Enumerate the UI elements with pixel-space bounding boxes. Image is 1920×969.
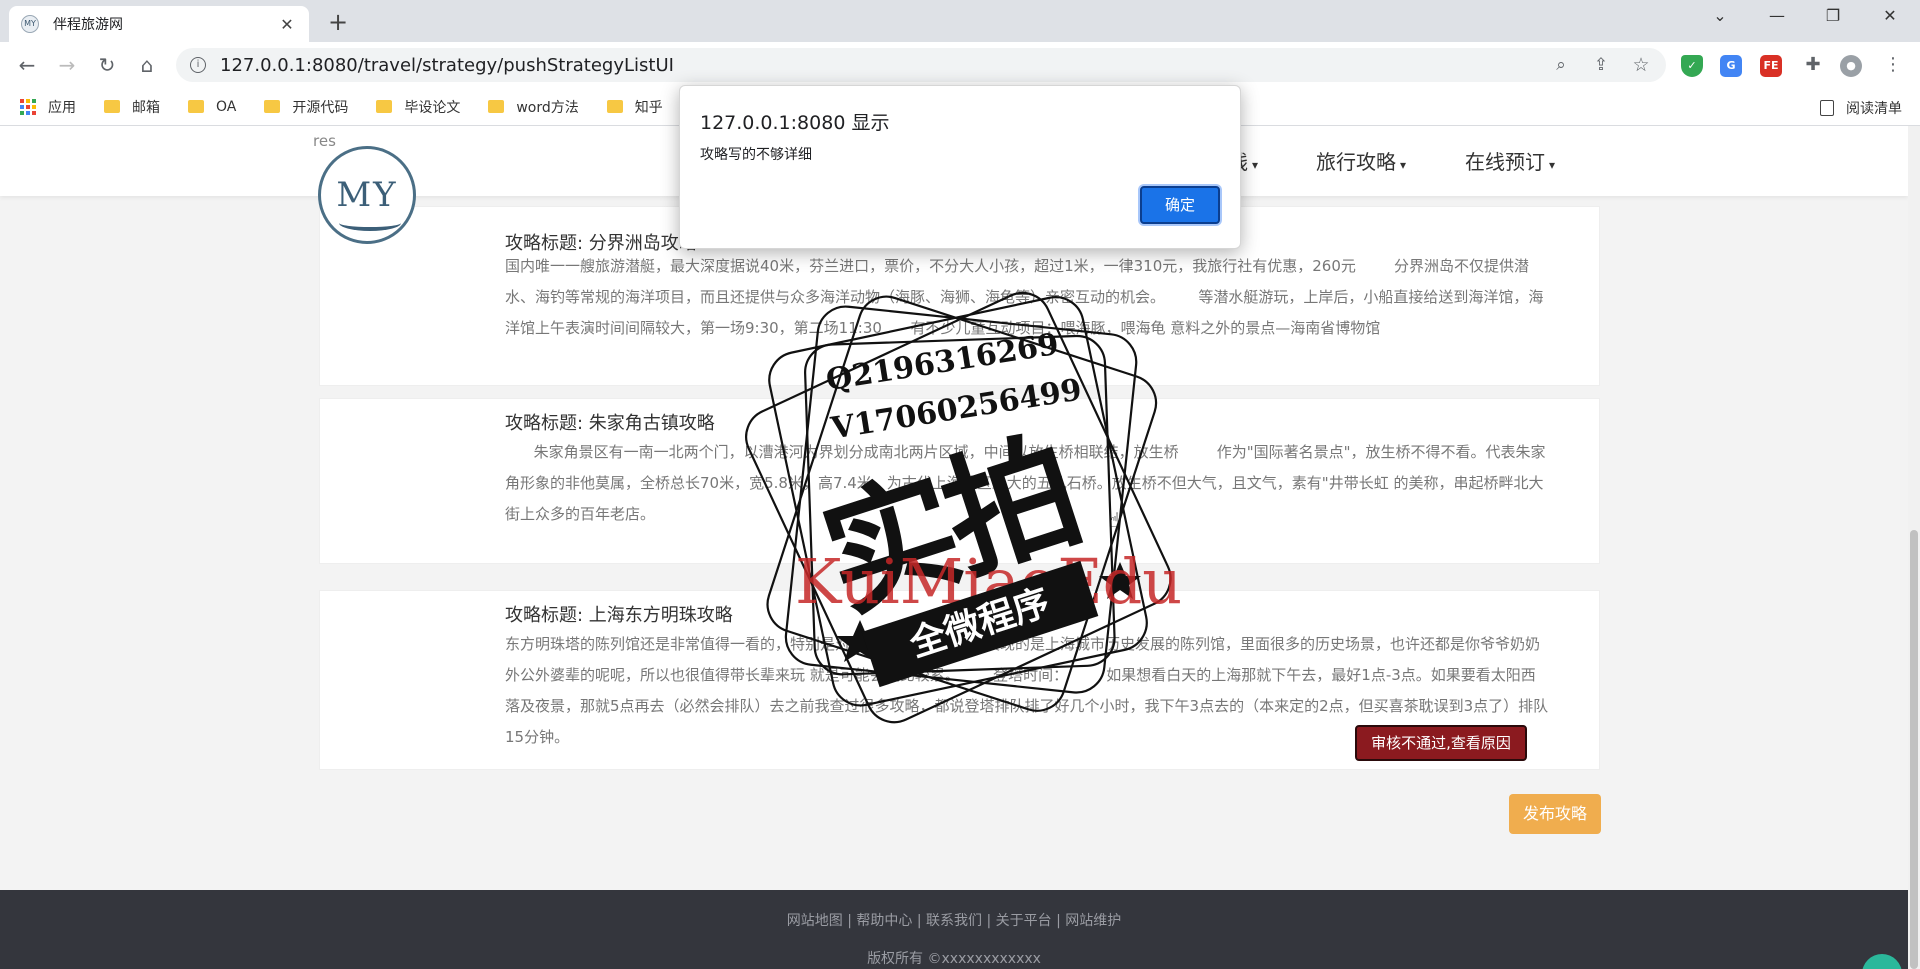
profile-avatar-icon[interactable]: ● xyxy=(1840,55,1862,77)
folder-icon xyxy=(606,100,623,113)
browser-tab[interactable]: MY 伴程旅游网 ✕ xyxy=(9,6,309,42)
site-favicon-icon: MY xyxy=(21,15,39,33)
bookmark-label: 应用 xyxy=(48,99,76,116)
bookmark-folder[interactable]: 邮箱 xyxy=(104,97,160,117)
folder-icon xyxy=(488,100,505,113)
logo-text: MY xyxy=(336,175,398,215)
bookmark-folder[interactable]: 知乎 xyxy=(606,97,663,117)
bookmark-folder[interactable]: word方法 xyxy=(488,97,579,117)
shield-extension-icon[interactable]: ✓ xyxy=(1681,55,1703,77)
scrollbar-thumb[interactable] xyxy=(1910,530,1918,969)
reload-icon[interactable]: ↻ xyxy=(92,50,122,80)
folder-icon xyxy=(264,100,281,113)
footer-copyright: 版权所有 ©xxxxxxxxxxxx xyxy=(867,951,1041,967)
back-icon[interactable]: ← xyxy=(12,50,42,80)
bookmark-label: 毕设论文 xyxy=(404,99,461,116)
strategy-card: 攻略标题: 朱家角古镇攻略 朱家角景区有一南一北两个门，以漕港河为界划分成南北两… xyxy=(319,398,1600,564)
nav-label: 旅行攻略 xyxy=(1316,150,1396,174)
home-icon[interactable]: ⌂ xyxy=(132,50,162,80)
forward-icon[interactable]: → xyxy=(52,50,82,80)
bookmark-folder[interactable]: 毕设论文 xyxy=(376,97,460,117)
chevron-down-icon: ▾ xyxy=(1252,158,1259,172)
reading-list-label: 阅读清单 xyxy=(1846,101,1902,117)
tab-search-chevron-icon[interactable]: ⌄ xyxy=(1700,6,1740,25)
reading-list-icon xyxy=(1820,100,1834,116)
close-tab-icon[interactable]: ✕ xyxy=(277,15,297,34)
folder-icon xyxy=(104,100,120,113)
publish-strategy-button[interactable]: 发布攻略 xyxy=(1509,794,1601,834)
strategy-title[interactable]: 攻略标题: 上海东方明珠攻略 xyxy=(505,601,733,627)
bookmark-label: 开源代码 xyxy=(292,99,349,116)
hand-cursor-icon: ☝ xyxy=(1108,508,1121,532)
share-icon[interactable]: ⇪ xyxy=(1586,50,1616,80)
reading-list[interactable]: 阅读清单 xyxy=(1820,98,1902,118)
site-footer: 网站地图 | 帮助中心 | 联系我们 | 关于平台 | 网站维护 版权所有 ©x… xyxy=(0,890,1908,969)
site-logo[interactable]: MY xyxy=(318,146,416,244)
minimize-icon[interactable]: — xyxy=(1757,6,1797,25)
folder-icon xyxy=(188,100,204,113)
nav-label: 在线预订 xyxy=(1465,150,1545,174)
window-close-icon[interactable]: ✕ xyxy=(1870,6,1910,25)
folder-icon xyxy=(376,100,393,113)
bookmark-label: 知乎 xyxy=(634,99,663,116)
chevron-down-icon: ▾ xyxy=(1400,158,1407,172)
strategy-title[interactable]: 攻略标题: 朱家角古镇攻略 xyxy=(505,409,715,435)
address-bar[interactable]: i 127.0.0.1:8080/travel/strategy/pushStr… xyxy=(176,48,1666,82)
tab-title: 伴程旅游网 xyxy=(53,17,123,33)
page-viewport: res 线▾ 旅行攻略▾ 在线预订▾ MY 攻略标题: 分界洲岛攻略 国内唯一一… xyxy=(0,126,1920,969)
strategy-body: 朱家角景区有一南一北两个门，以漕港河为界划分成南北两片区域，中间以放生桥相联结，… xyxy=(505,443,1546,523)
logo-wave-icon xyxy=(339,215,401,231)
url-text[interactable]: 127.0.0.1:8080/travel/strategy/pushStrat… xyxy=(220,55,674,76)
translate-extension-icon[interactable]: G xyxy=(1720,55,1742,77)
bookmark-label: 邮箱 xyxy=(132,99,160,116)
alert-message: 攻略写的不够详细 xyxy=(700,147,812,163)
browser-toolbar: ← → ↻ ⌂ i 127.0.0.1:8080/travel/strategy… xyxy=(0,42,1920,88)
bookmark-apps[interactable]: 应用 xyxy=(20,97,76,117)
alert-dialog: 127.0.0.1:8080 显示 攻略写的不够详细 确定 xyxy=(679,85,1241,249)
bookmark-star-icon[interactable]: ☆ xyxy=(1626,50,1656,80)
strategy-body: 国内唯一一艘旅游潜艇，最大深度据说40米，芬兰进口，票价，不分大人小孩，超过1米… xyxy=(505,257,1544,337)
bookmark-label: word方法 xyxy=(516,99,579,116)
nav-booking[interactable]: 在线预订 ▾ xyxy=(1465,146,1555,175)
browser-tab-bar: MY 伴程旅游网 ✕ + ⌄ — ❐ ✕ xyxy=(0,0,1920,42)
alert-ok-button[interactable]: 确定 xyxy=(1140,186,1220,224)
zoom-icon[interactable]: ⌕ xyxy=(1546,50,1576,80)
browser-menu-icon[interactable]: ⋮ xyxy=(1878,50,1908,80)
bookmark-label: OA xyxy=(216,98,237,115)
bookmark-folder[interactable]: OA xyxy=(188,99,236,115)
fe-extension-icon[interactable]: FE xyxy=(1760,55,1782,77)
chevron-down-icon: ▾ xyxy=(1549,158,1556,172)
alert-title: 127.0.0.1:8080 显示 xyxy=(700,112,890,134)
page-scrollbar[interactable] xyxy=(1908,126,1920,969)
new-tab-icon[interactable]: + xyxy=(324,8,352,36)
restore-icon[interactable]: ❐ xyxy=(1813,6,1853,25)
extensions-puzzle-icon[interactable]: ✚ xyxy=(1798,50,1828,80)
bookmark-folder[interactable]: 开源代码 xyxy=(264,97,348,117)
apps-grid-icon xyxy=(20,98,36,115)
footer-links[interactable]: 网站地图 | 帮助中心 | 联系我们 | 关于平台 | 网站维护 xyxy=(0,910,1908,930)
review-rejected-button[interactable]: 审核不通过,查看原因 xyxy=(1355,725,1527,761)
nav-strategy[interactable]: 旅行攻略 ▾ xyxy=(1316,146,1406,175)
site-info-icon[interactable]: i xyxy=(190,57,206,73)
logo-alt-text: res xyxy=(313,132,336,150)
